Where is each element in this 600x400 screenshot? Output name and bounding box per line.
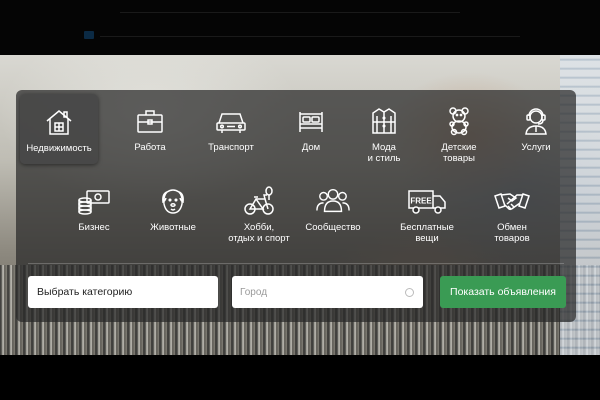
ghost-line — [120, 12, 460, 13]
category-free[interactable]: FREE Бесплатные вещи — [390, 184, 464, 244]
ghost-badge — [84, 31, 94, 39]
house-icon — [42, 105, 76, 139]
divider — [28, 263, 564, 264]
jacket-icon — [367, 104, 401, 138]
category-panel: Недвижимость Работа Транспорт Дом Мода и… — [16, 90, 576, 322]
money-coins-icon — [77, 184, 111, 218]
category-services[interactable]: Услуги — [503, 104, 569, 153]
category-label: Детские товары — [441, 142, 477, 164]
category-animals[interactable]: Животные — [140, 184, 206, 233]
category-label: Мода и стиль — [367, 142, 401, 164]
city-field[interactable] — [232, 276, 423, 308]
teddy-bear-icon — [442, 104, 476, 138]
briefcase-icon — [133, 104, 167, 138]
category-business[interactable]: Бизнес — [61, 184, 127, 233]
support-agent-icon — [519, 104, 553, 138]
city-input[interactable] — [232, 286, 405, 298]
ghost-line — [100, 36, 520, 37]
category-label: Недвижимость — [26, 142, 92, 154]
category-label: Обмен товаров — [494, 222, 530, 244]
category-label: Бесплатные вещи — [400, 222, 454, 244]
category-home[interactable]: Дом — [278, 104, 344, 153]
category-exchange[interactable]: Обмен товаров — [479, 184, 545, 244]
people-icon — [316, 184, 350, 218]
category-transport[interactable]: Транспорт — [198, 104, 264, 153]
category-label: Услуги — [521, 142, 551, 153]
car-icon — [214, 104, 248, 138]
bicycle-icon — [242, 184, 276, 218]
category-select-value: Выбрать категорию — [37, 286, 133, 298]
category-select[interactable]: Выбрать категорию — [28, 276, 218, 308]
category-community[interactable]: Сообщество — [300, 184, 366, 233]
category-label: Транспорт — [208, 142, 254, 153]
free-truck-icon: FREE — [407, 184, 447, 218]
free-truck-text: FREE — [410, 197, 432, 206]
category-label: Работа — [134, 142, 166, 153]
handshake-icon — [492, 184, 532, 218]
show-ads-button[interactable]: Показать объявления — [440, 276, 566, 308]
category-hobby[interactable]: Хобби, отдых и спорт — [219, 184, 299, 244]
bed-icon — [294, 104, 328, 138]
category-label: Дом — [301, 142, 321, 153]
dog-icon — [156, 184, 190, 218]
category-label: Бизнес — [78, 222, 110, 233]
category-fashion[interactable]: Мода и стиль — [351, 104, 417, 164]
category-jobs[interactable]: Работа — [117, 104, 183, 153]
location-ring-icon — [405, 287, 414, 297]
category-label: Хобби, отдых и спорт — [228, 222, 290, 244]
category-realty[interactable]: Недвижимость — [20, 94, 98, 164]
category-kids[interactable]: Детские товары — [426, 104, 492, 164]
category-label: Сообщество — [305, 222, 361, 233]
top-strip — [0, 0, 600, 55]
category-label: Животные — [150, 222, 196, 233]
